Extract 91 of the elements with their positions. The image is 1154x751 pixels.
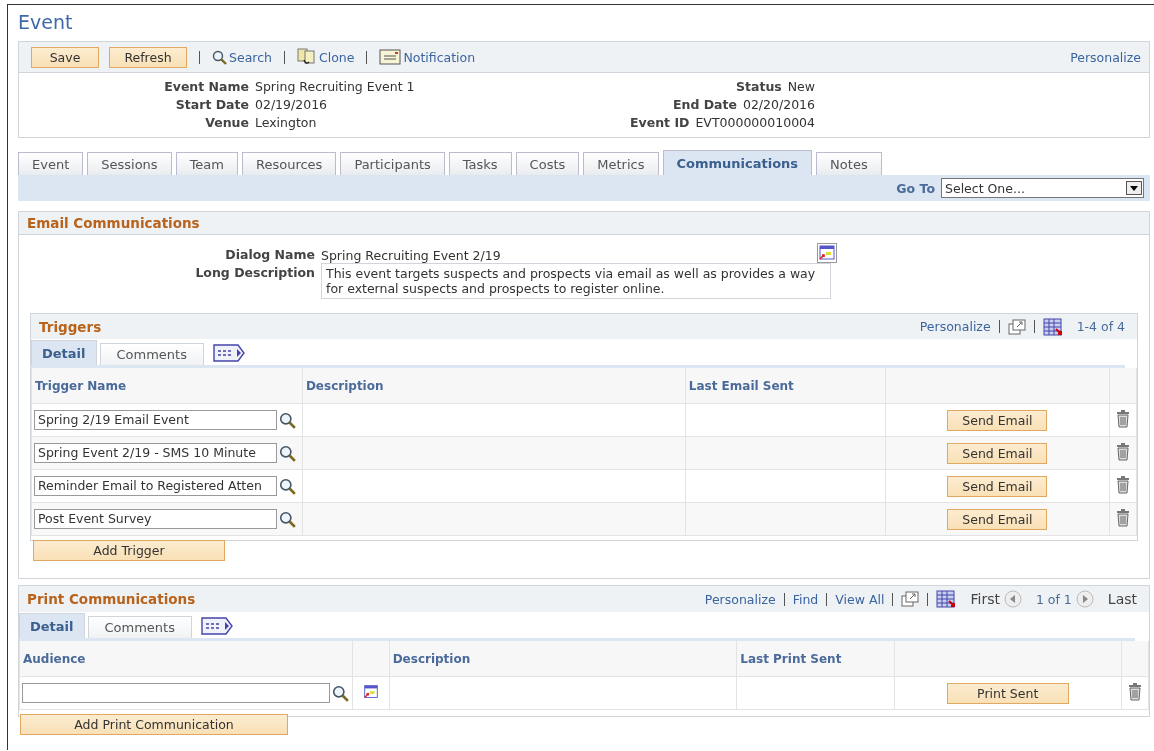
column-header: Audience xyxy=(19,641,353,677)
grid-tab[interactable]: Detail xyxy=(31,340,97,365)
column-header: Description xyxy=(302,368,686,404)
tab[interactable]: Notes xyxy=(816,152,882,175)
search-icon[interactable] xyxy=(332,684,349,702)
tab[interactable]: Participants xyxy=(340,152,445,175)
search-icon[interactable] xyxy=(279,510,296,528)
field-label: Status xyxy=(735,79,782,96)
field-label: Event Name xyxy=(163,79,249,96)
field-value: Spring Recruiting Event 1 xyxy=(255,79,415,96)
audience-field[interactable] xyxy=(22,683,330,703)
toolbar-button[interactable]: Refresh xyxy=(109,46,187,68)
search-icon[interactable] xyxy=(279,411,296,429)
column-header: Last Print Sent xyxy=(736,641,894,677)
show-all-columns-icon[interactable] xyxy=(213,344,245,362)
print-sent-button[interactable]: Print Sent xyxy=(946,682,1069,704)
field-label: Venue xyxy=(204,115,249,132)
dialog-name-field[interactable]: Spring Recruiting Event 2/19 xyxy=(321,245,811,263)
tab[interactable]: Communications xyxy=(662,150,813,175)
popup-window-icon[interactable] xyxy=(361,682,380,701)
delete-icon[interactable] xyxy=(1116,508,1131,527)
search-icon[interactable] xyxy=(279,477,296,495)
tab[interactable]: Costs xyxy=(515,152,580,175)
tab[interactable]: Team xyxy=(175,152,238,175)
go-to-label: Go To xyxy=(896,180,935,196)
send-email-button[interactable]: Send Email xyxy=(947,508,1048,530)
trigger-name-field[interactable]: Spring 2/19 Email Event xyxy=(34,410,277,430)
long-description-field[interactable]: This event targets suspects and prospects via email as well as provides a way for external suspects and prospects to register online. xyxy=(321,263,831,299)
field-label: End Date xyxy=(671,97,737,114)
column-header: Last Email Sent xyxy=(685,368,886,404)
spreadsheet-icon[interactable] xyxy=(1042,317,1063,336)
add-print-communication-button[interactable]: Add Print Communication xyxy=(20,714,288,735)
column-header: Description xyxy=(389,641,737,677)
last-label: Last xyxy=(1107,591,1137,607)
tab[interactable]: Metrics xyxy=(583,152,659,175)
toolbar-link[interactable]: Search xyxy=(212,49,272,65)
grid-tab[interactable]: Detail xyxy=(19,613,85,638)
grid-link[interactable]: Find xyxy=(792,591,819,607)
tab[interactable]: Event xyxy=(18,152,84,175)
field-label: Start Date xyxy=(174,97,249,114)
tab[interactable]: Tasks xyxy=(448,152,512,175)
personalize-link[interactable]: Personalize xyxy=(1070,49,1141,65)
go-to-dropdown[interactable]: Select One... xyxy=(941,178,1144,198)
trigger-name-field[interactable]: Reminder Email to Registered Atten xyxy=(34,476,277,496)
tab[interactable]: Sessions xyxy=(87,152,172,175)
field-label: Dialog Name xyxy=(224,246,315,262)
field-value: EVT000000010004 xyxy=(695,115,815,132)
delete-icon[interactable] xyxy=(1127,682,1142,701)
field-value: 02/19/2016 xyxy=(255,97,328,114)
section-title: Print Communications xyxy=(27,591,196,607)
show-all-columns-icon[interactable] xyxy=(201,617,233,635)
trigger-name-field[interactable]: Post Event Survey xyxy=(34,509,277,529)
zoom-window-icon[interactable] xyxy=(901,591,920,607)
field-value: New xyxy=(787,79,815,96)
row-count: 1-4 of 4 xyxy=(1076,319,1125,334)
previous-icon[interactable] xyxy=(1003,590,1022,608)
spreadsheet-icon[interactable] xyxy=(936,590,957,608)
delete-icon[interactable] xyxy=(1116,442,1131,461)
field-value: 02/20/2016 xyxy=(742,97,815,114)
tab[interactable]: Resources xyxy=(242,152,337,175)
grid-tab[interactable]: Comments xyxy=(99,343,204,365)
zoom-window-icon[interactable] xyxy=(1007,318,1026,335)
field-label: Long Description xyxy=(194,264,315,280)
search-icon xyxy=(212,49,227,65)
row-count: 1 of 1 xyxy=(1035,591,1072,607)
first-label: First xyxy=(970,591,1000,607)
add-trigger-button[interactable]: Add Trigger xyxy=(33,540,225,561)
next-icon[interactable] xyxy=(1075,590,1094,608)
column-header: Trigger Name xyxy=(31,368,303,404)
toolbar-button[interactable]: Save xyxy=(31,46,99,68)
toolbar-link[interactable]: Notification xyxy=(379,49,476,65)
search-icon[interactable] xyxy=(279,444,296,462)
documents-icon xyxy=(296,48,317,66)
grid-link[interactable]: Personalize xyxy=(704,591,776,607)
send-email-button[interactable]: Send Email xyxy=(947,475,1048,497)
section-title: Email Communications xyxy=(27,215,200,231)
field-label: Event ID xyxy=(629,115,690,132)
toolbar-link[interactable]: Clone xyxy=(296,48,355,66)
send-email-button[interactable]: Send Email xyxy=(947,409,1048,431)
grid-link[interactable]: View All xyxy=(835,591,885,607)
grid-title: Triggers xyxy=(39,318,102,335)
send-email-button[interactable]: Send Email xyxy=(947,442,1048,464)
envelope-icon xyxy=(379,49,402,65)
page-title: Event xyxy=(18,10,74,35)
field-value: Lexington xyxy=(255,115,317,132)
popup-window-icon[interactable] xyxy=(817,243,837,263)
delete-icon[interactable] xyxy=(1116,409,1131,428)
trigger-name-field[interactable]: Spring Event 2/19 - SMS 10 Minute xyxy=(34,443,277,463)
personalize-link[interactable]: Personalize xyxy=(919,319,991,334)
grid-tab[interactable]: Comments xyxy=(87,616,192,638)
delete-icon[interactable] xyxy=(1116,475,1131,494)
